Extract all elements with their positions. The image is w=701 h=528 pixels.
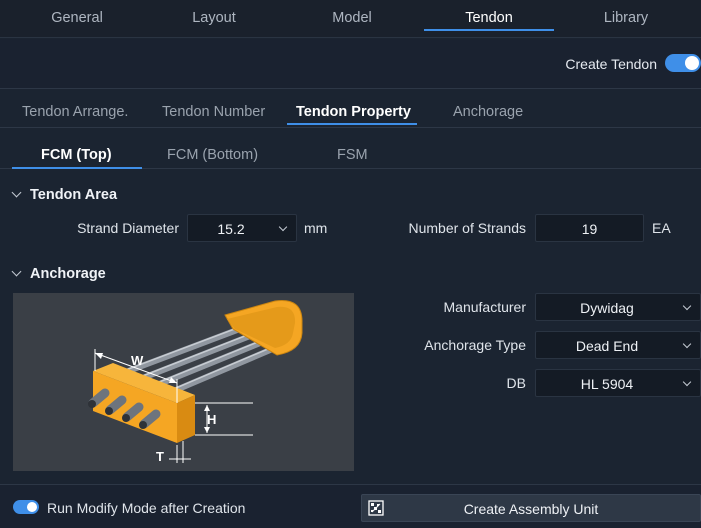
- manufacturer-select[interactable]: Dywidag: [535, 293, 701, 321]
- tab-general[interactable]: General: [22, 0, 132, 36]
- number-of-strands-value: 19: [581, 221, 598, 237]
- manufacturer-label: Manufacturer: [443, 299, 526, 315]
- create-tendon-toggle[interactable]: [665, 54, 701, 72]
- anchorage-type-select[interactable]: Dead End: [535, 331, 701, 359]
- tab-fsm[interactable]: FSM: [337, 147, 368, 163]
- anchorage-type-label: Anchorage Type: [424, 337, 526, 353]
- create-tendon-row: Create Tendon: [0, 39, 701, 89]
- tab-anchorage[interactable]: Anchorage: [453, 104, 523, 120]
- dimension-h-label: H: [207, 412, 216, 427]
- dimension-t-label: T: [156, 449, 164, 464]
- section-anchorage-title: Anchorage: [30, 266, 106, 282]
- create-tendon-label: Create Tendon: [565, 56, 657, 72]
- db-select[interactable]: HL 5904: [535, 369, 701, 397]
- number-of-strands-input[interactable]: 19: [535, 214, 644, 242]
- active-tab-indicator: [424, 29, 554, 31]
- strand-diameter-select[interactable]: 15.2: [187, 214, 297, 242]
- chevron-down-icon: [682, 301, 692, 311]
- db-value: HL 5904: [580, 376, 634, 392]
- anchorage-type-value: Dead End: [575, 338, 639, 354]
- number-of-strands-label: Number of Strands: [408, 220, 527, 236]
- strand-diameter-value: 15.2: [217, 221, 245, 237]
- chevron-down-icon[interactable]: [11, 187, 22, 198]
- chevron-down-icon: [682, 377, 692, 387]
- strand-diameter-label: Strand Diameter: [77, 220, 179, 236]
- tab-tendon-arrange[interactable]: Tendon Arrange.: [22, 104, 128, 120]
- chevron-down-icon[interactable]: [11, 266, 22, 277]
- construction-method-tab-bar: FCM (Top) FCM (Bottom) FSM: [0, 129, 701, 169]
- chevron-down-icon: [278, 222, 288, 232]
- create-assembly-unit-label: Create Assembly Unit: [463, 501, 599, 517]
- strand-diameter-unit: mm: [304, 220, 328, 236]
- tab-library[interactable]: Library: [571, 0, 681, 36]
- modify-mode-toggle[interactable]: [13, 500, 39, 514]
- dimension-w-label: W: [131, 353, 144, 368]
- section-tendon-area-title: Tendon Area: [30, 187, 118, 203]
- active-method-tab-indicator: [12, 167, 142, 169]
- tab-tendon-number[interactable]: Tendon Number: [162, 104, 265, 120]
- tab-fcm-top[interactable]: FCM (Top): [41, 147, 112, 163]
- manufacturer-value: Dywidag: [580, 300, 634, 316]
- active-sub-tab-indicator: [287, 123, 417, 125]
- toggle-knob: [685, 56, 699, 70]
- modify-mode-label: Run Modify Mode after Creation: [47, 500, 246, 516]
- tab-fcm-bottom[interactable]: FCM (Bottom): [167, 147, 258, 163]
- main-tab-bar: General Layout Model Tendon Library: [0, 0, 701, 38]
- tab-layout[interactable]: Layout: [159, 0, 269, 36]
- toggle-knob: [27, 502, 37, 512]
- anchorage-diagram: W H T: [13, 293, 354, 471]
- number-of-strands-unit: EA: [652, 220, 671, 236]
- create-assembly-unit-button[interactable]: Create Assembly Unit: [361, 494, 701, 522]
- tendon-sub-tab-bar: Tendon Arrange. Tendon Number Tendon Pro…: [0, 90, 701, 128]
- anchorage-diagram-svg: W H T: [88, 299, 303, 464]
- db-label: DB: [506, 375, 526, 391]
- tab-model[interactable]: Model: [297, 0, 407, 36]
- tab-tendon-property[interactable]: Tendon Property: [296, 104, 411, 120]
- chevron-down-icon: [682, 339, 692, 349]
- anchor-plate-side: [177, 395, 195, 443]
